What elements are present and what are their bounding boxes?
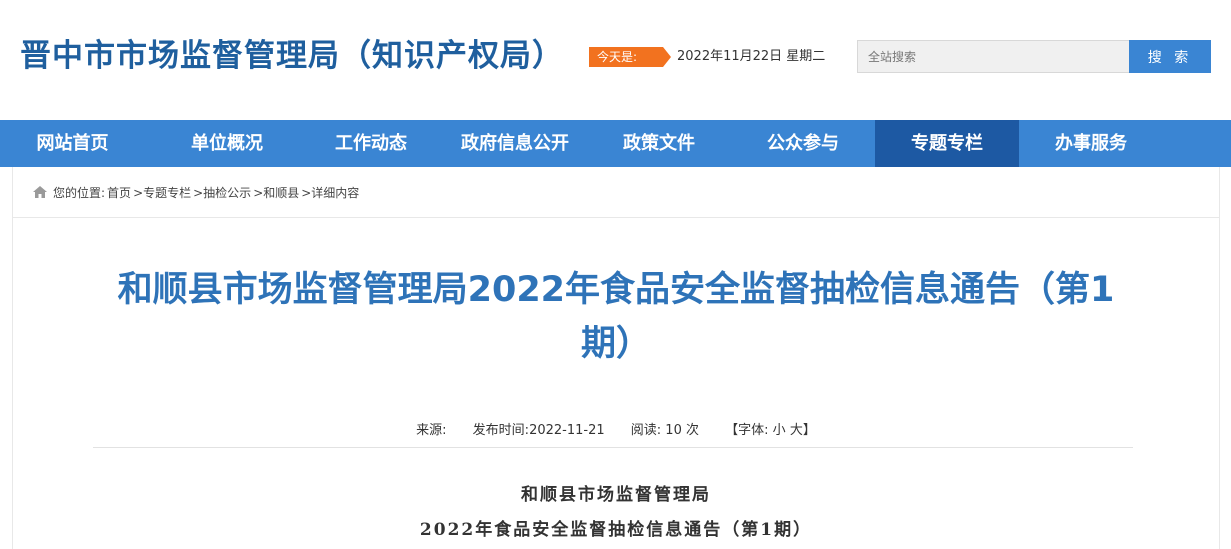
- search-button[interactable]: 搜 索: [1129, 40, 1211, 73]
- breadcrumb: 您的位置: 首页 >专题专栏 >抽检公示 >和顺县 >详细内容: [13, 167, 1219, 218]
- font-small-button[interactable]: 小: [773, 423, 786, 438]
- site-title: 晋中市市场监督管理局（知识产权局）: [20, 38, 564, 74]
- font-size-label: 【字体:: [725, 423, 769, 438]
- nav-item-policy[interactable]: 政策文件: [587, 120, 731, 167]
- body-heading-org: 和顺县市场监督管理局: [521, 485, 711, 505]
- meta-divider: [93, 447, 1133, 448]
- breadcrumb-home[interactable]: 首页: [107, 184, 131, 201]
- nav-item-services[interactable]: 办事服务: [1019, 120, 1163, 167]
- today-badge: 今天是:: [589, 47, 671, 67]
- content-box: 您的位置: 首页 >专题专栏 >抽检公示 >和顺县 >详细内容 和顺县市场监督管…: [12, 167, 1220, 549]
- nav-item-home[interactable]: 网站首页: [0, 120, 155, 167]
- today-date: 2022年11月22日 星期二: [677, 49, 826, 64]
- breadcrumb-inspection[interactable]: >抽检公示: [193, 184, 251, 201]
- article-title: 和顺县市场监督管理局2022年食品安全监督抽检信息通告（第1期）: [117, 270, 1115, 364]
- reads-count: 10: [665, 423, 682, 438]
- nav-item-about[interactable]: 单位概况: [155, 120, 299, 167]
- home-icon: [33, 186, 47, 198]
- breadcrumb-special[interactable]: >专题专栏: [133, 184, 191, 201]
- site-header: 晋中市市场监督管理局（知识产权局） 今天是: 2022年11月22日 星期二 搜…: [0, 0, 1231, 120]
- article-meta: 来源: 发布时间:2022-11-21 阅读: 10 次 【字体: 小 大】: [13, 419, 1219, 438]
- breadcrumb-detail: >详细内容: [301, 185, 360, 200]
- publish-date: 2022-11-21: [529, 423, 605, 438]
- search-input[interactable]: [857, 40, 1130, 73]
- body-heading-title: 2022年食品安全监督抽检信息通告（第1期）: [419, 520, 813, 540]
- breadcrumb-heshun[interactable]: >和顺县: [253, 184, 299, 201]
- nav-item-gov-info[interactable]: 政府信息公开: [443, 120, 587, 167]
- publish-label: 发布时间:: [472, 423, 530, 438]
- breadcrumb-prefix: 您的位置:: [53, 185, 106, 200]
- nav-item-public[interactable]: 公众参与: [731, 120, 875, 167]
- reads-label: 阅读:: [630, 423, 662, 438]
- nav-item-news[interactable]: 工作动态: [299, 120, 443, 167]
- reads-unit: 次: [685, 423, 699, 438]
- nav-item-special[interactable]: 专题专栏: [875, 120, 1019, 167]
- source-label: 来源:: [416, 423, 447, 438]
- main-nav: 网站首页 单位概况 工作动态 政府信息公开 政策文件 公众参与 专题专栏 办事服…: [0, 120, 1231, 167]
- font-large-button[interactable]: 大】: [790, 423, 816, 438]
